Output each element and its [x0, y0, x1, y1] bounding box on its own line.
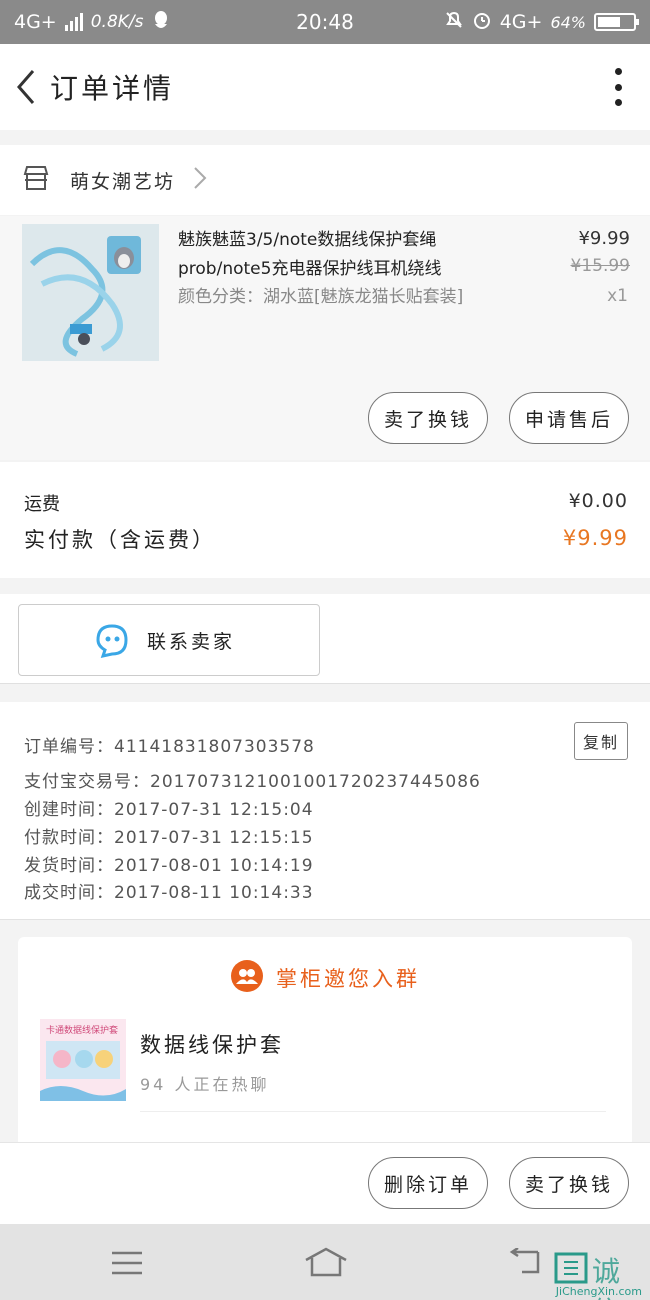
contact-seller-label: 联系卖家: [147, 630, 236, 653]
sell-button-bottom[interactable]: 卖了换钱: [509, 1157, 629, 1209]
speed-label: 0.8K/s: [90, 12, 144, 32]
page-title: 订单详情: [50, 72, 175, 105]
bottom-action-bar: 删除订单 卖了换钱: [0, 1142, 650, 1224]
product-quantity: x1: [607, 286, 628, 306]
group-icon: [230, 959, 264, 997]
product-thumbnail[interactable]: [22, 224, 159, 361]
menu-icon[interactable]: [110, 1250, 144, 1280]
contact-seller-button[interactable]: 联系卖家: [18, 604, 320, 676]
original-price: ¥15.99: [570, 256, 630, 276]
shipping-value: ¥0.00: [568, 490, 628, 512]
store-icon: [22, 165, 50, 195]
home-icon[interactable]: [304, 1246, 348, 1282]
network-label: 4G+: [14, 11, 57, 33]
group-thumbnail-caption: 卡通数据线保护套: [46, 1026, 119, 1036]
group-invite-card[interactable]: 掌柜邀您入群 卡通数据线保护套 数据线保护套 94 人正在热聊: [18, 937, 632, 1147]
order-number: 订单编号：41141831807303578: [24, 737, 315, 757]
status-bar: 4G+ 0.8K/s 20:48 4G+ 64%: [0, 0, 650, 44]
copy-button[interactable]: 复制: [574, 722, 628, 760]
signal-icon: [64, 13, 83, 31]
alarm-icon: [472, 10, 492, 35]
shop-name: 萌女潮艺坊: [70, 170, 176, 193]
created-time: 创建时间：2017-07-31 12:15:04: [24, 800, 314, 820]
group-name: 数据线保护套: [140, 1033, 284, 1057]
shop-row[interactable]: 萌女潮艺坊: [0, 145, 650, 215]
network2-label: 4G+: [499, 11, 543, 33]
sell-button[interactable]: 卖了换钱: [368, 392, 488, 444]
product-sku: 颜色分类：湖水蓝[魅族龙猫长贴套装]: [178, 287, 464, 307]
group-member-count: 94 人正在热聊: [140, 1075, 270, 1094]
mute-icon: [444, 10, 464, 35]
back-arrow-icon[interactable]: [6, 57, 46, 117]
order-info: 订单编号：41141831807303578 支付宝交易号：2017073121…: [0, 702, 650, 920]
divider: [140, 1111, 606, 1112]
completed-time: 成交时间：2017-08-11 10:14:33: [24, 883, 314, 903]
alipay-trade-number: 支付宝交易号：2017073121001001720237445086: [24, 772, 481, 792]
group-title: 掌柜邀您入群: [276, 967, 420, 991]
watermark-url: JiChengXin.com: [555, 1285, 642, 1298]
contact-section: 联系卖家: [0, 594, 650, 684]
after-sales-button[interactable]: 申请售后: [509, 392, 629, 444]
battery-label: 64%: [550, 12, 586, 32]
shipping-label: 运费: [24, 494, 60, 515]
paid-value: ¥9.99: [562, 526, 628, 550]
more-options-icon[interactable]: [612, 68, 624, 106]
paid-time: 付款时间：2017-07-31 12:15:15: [24, 828, 314, 848]
paid-label: 实付款（含运费）: [24, 528, 216, 552]
clock: 20:48: [296, 10, 354, 34]
chevron-right-icon: [193, 166, 207, 194]
watermark-logo-icon: [554, 1252, 588, 1288]
product-title[interactable]: 魅族魅蓝3/5/note数据线保护套绳prob/note5充电器保护线耳机绕线: [178, 226, 508, 284]
delete-order-button[interactable]: 删除订单: [368, 1157, 488, 1209]
fee-section: 运费 ¥0.00 实付款（含运费） ¥9.99: [0, 462, 650, 578]
group-thumbnail: 卡通数据线保护套: [40, 1019, 126, 1101]
qq-icon: [152, 10, 170, 35]
chat-bubble-icon: [95, 623, 129, 664]
battery-icon: [594, 13, 639, 31]
shipped-time: 发货时间：2017-08-01 10:14:19: [24, 856, 314, 876]
nav-bar: 订单详情: [0, 44, 650, 130]
product-item: 魅族魅蓝3/5/note数据线保护套绳prob/note5充电器保护线耳机绕线 …: [0, 216, 650, 460]
product-price: ¥9.99: [578, 228, 630, 249]
